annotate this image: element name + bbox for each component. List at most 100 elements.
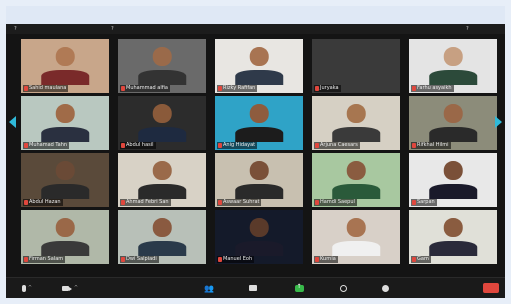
muted-mic-icon (218, 143, 222, 148)
participant-name: Arjuna Caesars (320, 142, 358, 148)
participant-tile[interactable]: Kurnia (312, 210, 400, 264)
mute-button[interactable]: ^ (18, 282, 36, 294)
participant-name: Dwi Salpiadi (126, 256, 157, 262)
participant-name: Rifkhal Hilmi (417, 142, 449, 148)
participant-figure (429, 161, 477, 199)
chevron-up-icon[interactable]: ^ (28, 285, 32, 291)
reactions-icon (381, 284, 389, 292)
muted-mic-icon (412, 86, 416, 91)
participant-figure (235, 161, 283, 199)
participant-name: Abdul Hazan (29, 199, 61, 205)
participant-tile[interactable]: Abdul hasil (118, 96, 206, 150)
muted-mic-icon (218, 86, 222, 91)
muted-mic-icon (121, 86, 125, 91)
participant-name-tag: Kurnia (314, 256, 338, 263)
participant-tile[interactable]: Hamdi Saepul (312, 153, 400, 207)
participant-tile[interactable]: Gam (409, 210, 497, 264)
participant-tile[interactable]: Muhammad alfia (118, 39, 206, 93)
end-meeting-button[interactable] (483, 283, 499, 293)
participant-name-tag: Dwi Salpiadi (120, 256, 159, 263)
top-strip-name: ? (466, 26, 469, 32)
video-button[interactable]: ^ (60, 282, 80, 294)
top-strip-name: ? (111, 26, 114, 32)
participant-name: Rizky Rafifan (223, 85, 256, 91)
muted-mic-icon (218, 257, 222, 262)
participant-tile[interactable]: Rizky Rafifan (215, 39, 303, 93)
participant-tile[interactable]: Manuel Eoh (215, 210, 303, 264)
participant-name: Hamdi Saepul (320, 199, 355, 205)
participant-name-tag: Sahid maulana (23, 85, 69, 92)
participant-tile[interactable]: Sarpan (409, 153, 497, 207)
participants-icon: 👥 (204, 283, 214, 293)
participant-name: Ahmad Febri San (126, 199, 169, 205)
screenshot-frame: ??? Sahid maulana Muhammad alfia Rizky Raf… (6, 6, 505, 298)
top-participant-strip: ??? (6, 24, 505, 34)
participant-name-tag: Anig Hidayat (217, 142, 258, 149)
muted-mic-icon (24, 143, 28, 148)
muted-mic-icon (24, 257, 28, 262)
participant-tile[interactable]: Arjuna Caesars (312, 96, 400, 150)
top-strip-name: ? (14, 26, 17, 32)
participant-figure (138, 104, 186, 142)
participant-name: Gam (417, 256, 429, 262)
participant-name-tag: Abdul Hazan (23, 199, 63, 206)
participant-tile[interactable]: Muhamad Tahn (21, 96, 109, 150)
participant-figure (41, 161, 89, 199)
participant-name-tag: Muhammad alfia (120, 85, 170, 92)
participant-gallery: Sahid maulana Muhammad alfia Rizky Rafifan… (21, 39, 502, 266)
participant-tile[interactable]: Abdul Hazan (21, 153, 109, 207)
participant-figure (332, 161, 380, 199)
share-screen-icon (294, 283, 304, 292)
participant-tile[interactable]: Ahmad Febri San (118, 153, 206, 207)
chat-icon (249, 285, 257, 291)
participant-name: Muhamad Tahn (29, 142, 68, 148)
participant-name: Sarpan (417, 199, 435, 205)
participant-name: Abdul hasil (126, 142, 154, 148)
chat-button[interactable] (246, 282, 260, 294)
participant-name: Firman Salam (29, 256, 64, 262)
participant-tile[interactable]: Sahid maulana (21, 39, 109, 93)
participant-figure (332, 47, 380, 85)
participant-name: Manuel Eoh (223, 256, 253, 262)
participant-name-tag: Ahmad Febri San (120, 199, 171, 206)
participant-name-tag: Gam (411, 256, 431, 263)
next-page-arrow-icon[interactable] (495, 116, 502, 128)
participant-figure (235, 47, 283, 85)
reactions-button[interactable] (378, 282, 392, 294)
participant-name-tag: Rifkhal Hilmi (411, 142, 451, 149)
record-icon (339, 284, 347, 292)
previous-page-arrow-icon[interactable] (9, 116, 16, 128)
muted-mic-icon (315, 257, 319, 262)
chevron-up-icon[interactable]: ^ (74, 285, 78, 291)
participant-tile[interactable]: Aswaar Suhrat (215, 153, 303, 207)
participant-tile[interactable]: Rifkhal Hilmi (409, 96, 497, 150)
participant-name: Anig Hidayat (223, 142, 256, 148)
participant-name: Farhu asyaikh (417, 85, 452, 91)
participant-name-tag: Juryaka (314, 85, 341, 92)
participant-name-tag: Manuel Eoh (217, 256, 255, 263)
share-screen-button[interactable] (292, 282, 306, 294)
muted-mic-icon (218, 200, 222, 205)
participant-tile[interactable]: Juryaka (312, 39, 400, 93)
participant-name-tag: Muhamad Tahn (23, 142, 70, 149)
muted-mic-icon (412, 200, 416, 205)
participants-button[interactable]: 👥 (196, 282, 222, 294)
microphone-icon (21, 284, 26, 292)
participant-name-tag: Arjuna Caesars (314, 142, 360, 149)
participant-figure (332, 218, 380, 256)
record-button[interactable] (336, 282, 350, 294)
participant-figure (429, 47, 477, 85)
participant-tile[interactable]: Anig Hidayat (215, 96, 303, 150)
participant-figure (429, 218, 477, 256)
muted-mic-icon (315, 200, 319, 205)
participant-name: Muhammad alfia (126, 85, 168, 91)
muted-mic-icon (315, 143, 319, 148)
muted-mic-icon (24, 86, 28, 91)
participant-tile[interactable]: Firman Salam (21, 210, 109, 264)
muted-mic-icon (121, 143, 125, 148)
participant-figure (429, 104, 477, 142)
participant-name: Kurnia (320, 256, 336, 262)
participant-tile[interactable]: Farhu asyaikh (409, 39, 497, 93)
participant-tile[interactable]: Dwi Salpiadi (118, 210, 206, 264)
participant-name: Sahid maulana (29, 85, 67, 91)
